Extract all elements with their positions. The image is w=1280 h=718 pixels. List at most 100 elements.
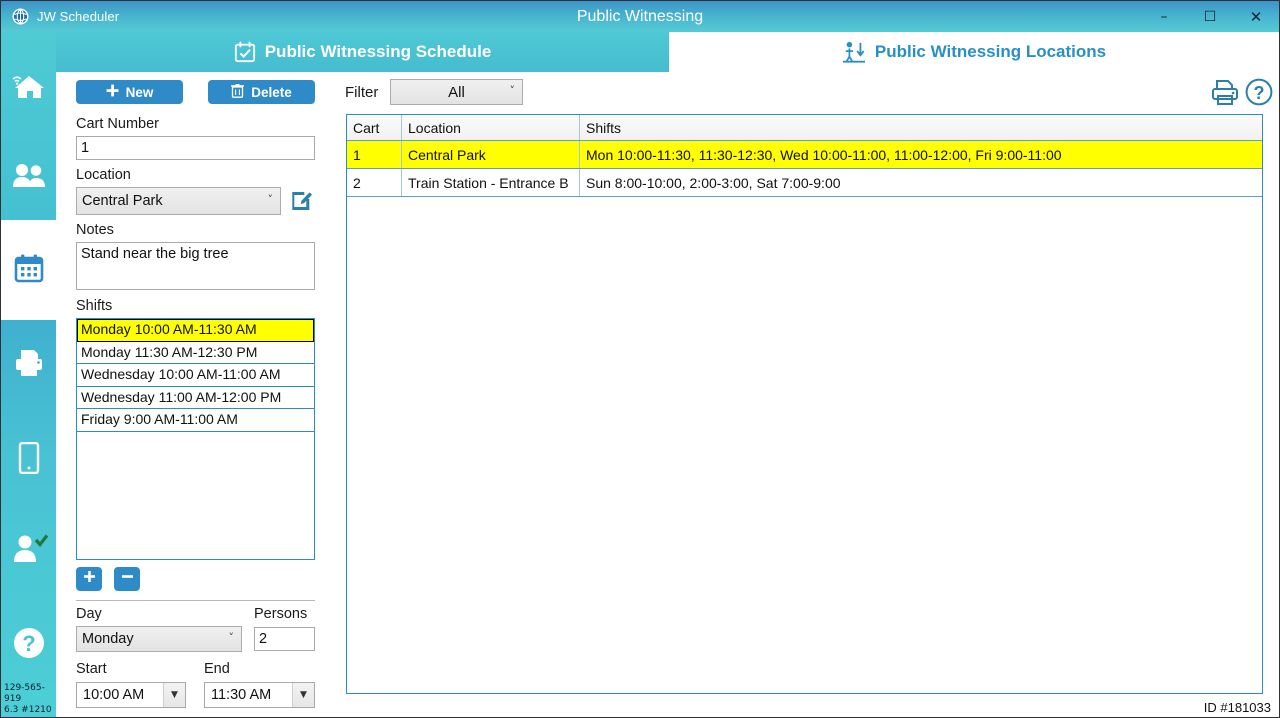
column-header-cart[interactable]: Cart [347,115,402,140]
chevron-down-icon: ˅ [509,84,516,98]
sidebar-item-help[interactable]: ? [1,617,56,673]
cart-number-label: Cart Number [76,116,159,132]
help-button[interactable]: ? [1245,78,1273,111]
chevron-down-icon: ˅ [267,193,274,207]
person-arrow-down-icon [842,41,866,63]
minimize-button[interactable]: – [1141,1,1187,32]
question-circle-icon: ? [13,627,45,664]
day-select[interactable]: Monday ˅ [76,626,242,652]
sidebar-item-mobile[interactable] [1,432,56,488]
table-row[interactable]: 1 Central Park Mon 10:00-11:30, 11:30-12… [347,141,1262,169]
window-controls: – ☐ ✕ [1141,1,1279,32]
shift-list-item[interactable]: Wednesday 10:00 AM-11:00 AM [77,364,314,387]
start-time-value: 10:00 AM [83,687,145,703]
remove-shift-button[interactable] [114,567,140,591]
persons-label: Persons [254,606,308,622]
trash-icon [231,83,245,101]
shift-list-item[interactable]: Wednesday 11:00 AM-12:00 PM [77,387,314,410]
new-button[interactable]: New [76,80,183,104]
filter-select[interactable]: All ˅ [390,79,523,105]
sidebar-item-home[interactable] [1,60,56,116]
end-time-value: 11:30 AM [211,687,272,703]
home-wifi-icon [9,68,49,109]
notes-label: Notes [76,222,114,238]
cell-location: Central Park [402,141,580,168]
column-header-shifts[interactable]: Shifts [580,115,1262,140]
svg-text:?: ? [1254,83,1265,103]
sidebar-item-print[interactable] [1,337,56,393]
shift-list-item[interactable]: Monday 11:30 AM-12:30 PM [77,342,314,365]
phone-icon [18,441,40,479]
location-select[interactable]: Central Park ˅ [76,187,281,215]
delete-button[interactable]: Delete [208,80,315,104]
title-bar: JW Scheduler Public Witnessing – ☐ ✕ [1,1,1279,32]
calendar-check-icon [234,41,256,63]
calendar-icon [14,253,44,288]
window-title: Public Witnessing [576,8,704,25]
cell-location: Train Station - Entrance B [402,169,580,196]
maximize-button[interactable]: ☐ [1187,1,1233,32]
svg-text:?: ? [22,631,35,656]
tab-public-witnessing-locations[interactable]: Public Witnessing Locations [669,32,1279,72]
location-value: Central Park [82,193,163,209]
cell-cart: 1 [347,141,402,168]
minus-icon [121,570,134,588]
cart-detail-form: New Delete Cart Number 1 Location Centra… [56,72,341,717]
locations-pane: Filter All ˅ ? Cart Location Shifts 1 Ce… [341,72,1279,717]
form-divider [76,600,315,601]
edit-pencil-icon [291,188,313,215]
start-time-input[interactable]: 10:00 AM ▼ [76,682,186,708]
shift-list-item[interactable]: Monday 10:00 AM-11:30 AM [77,319,314,342]
app-name: JW Scheduler [37,9,120,24]
table-header-row: Cart Location Shifts [347,115,1262,141]
column-header-location[interactable]: Location [402,115,580,140]
table-row[interactable]: 2 Train Station - Entrance B Sun 8:00-10… [347,169,1262,197]
cell-shifts: Mon 10:00-11:30, 11:30-12:30, Wed 10:00-… [586,146,1062,163]
day-value: Monday [82,631,134,647]
sidebar-item-publisher[interactable] [1,522,56,578]
location-label: Location [76,167,131,183]
version-line-1: 129-565-919 [4,683,45,704]
record-id: ID #181033 [1203,700,1271,715]
locations-table[interactable]: Cart Location Shifts 1 Central Park Mon … [346,114,1263,694]
end-time-dropdown-icon[interactable]: ▼ [292,683,314,707]
tab-label: Public Witnessing Locations [874,42,1107,61]
shifts-listbox[interactable]: Monday 10:00 AM-11:30 AM Monday 11:30 AM… [76,318,315,560]
person-check-icon [10,533,48,568]
sidebar-rail: ? 129-565-919 6.3 #1210 [1,32,56,717]
filter-label: Filter [345,84,379,101]
plus-icon [106,84,119,100]
edit-location-button[interactable] [289,189,315,213]
persons-input[interactable]: 2 [254,627,315,651]
start-time-dropdown-icon[interactable]: ▼ [163,683,185,707]
cell-shifts: Sun 8:00-10:00, 2:00-3:00, Sat 7:00-9:00 [586,174,841,191]
end-time-input[interactable]: 11:30 AM ▼ [204,682,315,708]
cart-number-input[interactable]: 1 [76,136,315,160]
sidebar-item-congregation[interactable] [1,150,56,206]
end-label: End [204,661,230,677]
people-icon [12,163,46,194]
pane-tools: ? [1211,78,1273,111]
application-window: JW Scheduler Public Witnessing – ☐ ✕ ? 1… [0,0,1280,718]
print-button[interactable] [1211,78,1239,111]
chevron-down-icon: ˅ [228,631,235,645]
shift-list-item[interactable]: Friday 9:00 AM-11:00 AM [77,409,314,432]
notes-input[interactable]: Stand near the big tree [76,242,315,290]
filter-value: All [448,83,465,101]
close-button[interactable]: ✕ [1233,1,1279,32]
sidebar-item-schedules[interactable] [1,242,56,298]
plus-icon [83,570,96,588]
new-button-label: New [125,84,154,100]
start-label: Start [76,661,107,677]
add-shift-button[interactable] [76,567,102,591]
cell-cart: 2 [347,169,402,196]
version-info: 129-565-919 6.3 #1210 [4,683,56,716]
day-label: Day [76,606,102,622]
tab-bar: Public Witnessing Schedule Public Witnes… [56,32,1279,72]
tab-public-witnessing-schedule[interactable]: Public Witnessing Schedule [56,32,669,72]
app-logo-icon [7,1,33,32]
shifts-label: Shifts [76,298,113,314]
delete-button-label: Delete [251,84,292,100]
printer-icon [13,348,45,383]
version-line-2: 6.3 #1210 [4,705,52,715]
